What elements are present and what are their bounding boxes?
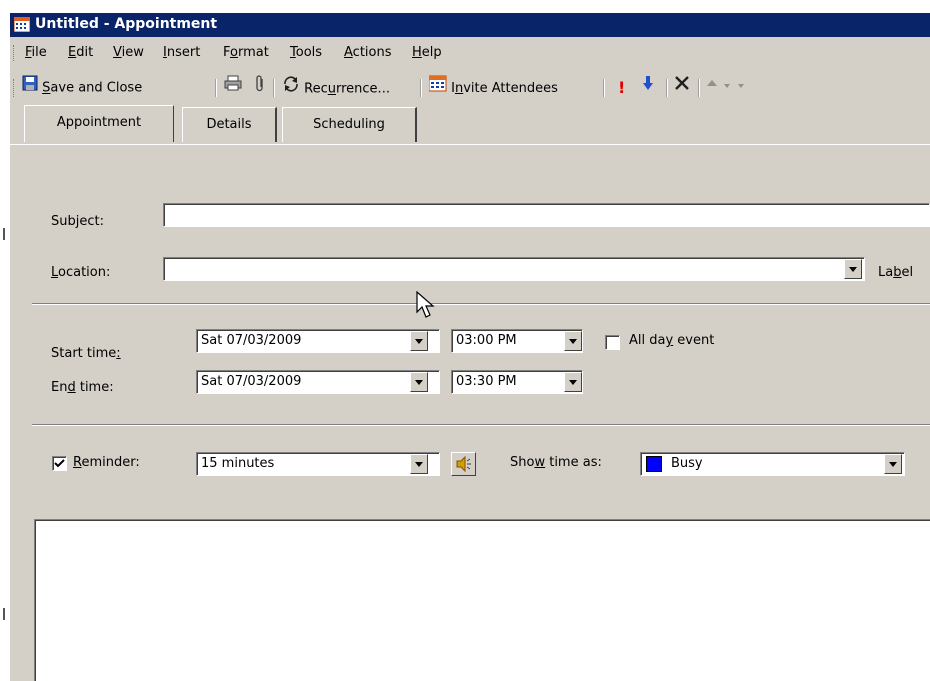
menu-help[interactable]: Help (412, 45, 442, 60)
recurrence-label: Recurrence... (304, 81, 390, 97)
start-time-dropdown-button[interactable] (564, 331, 582, 351)
menu-edit[interactable]: Edit (68, 45, 93, 60)
reminder-sound-button[interactable] (451, 452, 476, 476)
standard-toolbar: Save and Close Recurrence... Invite Atte… (10, 69, 930, 105)
tab-appointment-label: Appointment (56, 115, 142, 130)
toolbar-separator (666, 79, 668, 97)
all-day-event-label: All day event (629, 333, 715, 348)
location-dropdown-button[interactable] (844, 259, 862, 279)
separator-line (32, 303, 930, 305)
start-date-dropdown-button[interactable] (410, 331, 428, 351)
high-importance-button[interactable]: ! (618, 78, 625, 98)
show-time-as-label: Show time as: (510, 455, 602, 470)
reminder-label: Reminder: (73, 455, 140, 470)
menu-bar: File Edit View Insert Format Tools Actio… (10, 37, 930, 69)
recurrence-button[interactable]: Recurrence... (282, 75, 390, 100)
end-time-label: End time: (51, 380, 114, 395)
location-input[interactable] (163, 257, 865, 281)
save-and-close-button[interactable]: Save and Close (22, 75, 143, 98)
end-date-dropdown-button[interactable] (410, 372, 428, 392)
tab-scheduling-label: Scheduling (313, 117, 385, 132)
reminder-checkbox[interactable] (52, 456, 67, 471)
show-time-as-select[interactable]: Busy (640, 452, 905, 476)
checkmark-icon (54, 459, 65, 468)
print-button[interactable] (224, 75, 242, 98)
all-day-event-checkbox[interactable] (605, 335, 620, 350)
tab-details-label: Details (206, 117, 252, 132)
recurrence-arrows-icon (282, 75, 300, 100)
down-arrow-icon (738, 76, 745, 96)
toolbar-separator (420, 79, 422, 97)
notes-body[interactable] (34, 519, 930, 681)
reminder-select[interactable]: 15 minutes (196, 452, 440, 476)
title-bar[interactable]: Untitled - Appointment (10, 13, 930, 37)
menu-grip[interactable] (13, 45, 17, 61)
menu-file[interactable]: File (25, 45, 47, 60)
menu-format[interactable]: Format (223, 45, 269, 60)
separator-line (32, 424, 930, 426)
menu-insert[interactable]: Insert (163, 45, 200, 60)
down-arrow-icon (642, 75, 654, 98)
busy-color-swatch (646, 456, 662, 472)
delete-x-icon (674, 75, 690, 98)
toolbar-separator (603, 79, 605, 97)
end-time-dropdown-button[interactable] (564, 372, 582, 392)
delete-button[interactable] (674, 75, 690, 98)
edge-mark (3, 228, 5, 240)
save-and-close-label: Save and Close (42, 80, 143, 96)
chevron-down-icon (724, 76, 731, 96)
calendar-invite-icon (428, 75, 447, 99)
toolbar-grip[interactable] (13, 79, 17, 97)
start-date-input[interactable]: Sat 07/03/2009 (196, 329, 440, 353)
toolbar-separator (698, 79, 700, 97)
tab-divider (10, 144, 930, 145)
menu-view[interactable]: View (113, 45, 144, 60)
invite-attendees-label: Invite Attendees (451, 81, 558, 96)
calendar-icon (13, 16, 31, 33)
tab-details[interactable]: Details (182, 107, 277, 142)
reminder-dropdown-button[interactable] (410, 454, 428, 474)
attach-button[interactable] (254, 75, 266, 100)
edge-mark (3, 608, 5, 620)
low-importance-button[interactable] (642, 75, 654, 98)
floppy-disk-icon (22, 75, 38, 98)
menu-tools[interactable]: Tools (290, 45, 322, 60)
speaker-icon (455, 455, 473, 476)
tab-strip: Appointment Details Scheduling (10, 105, 930, 145)
toolbar-separator (273, 79, 275, 97)
tab-scheduling[interactable]: Scheduling (282, 107, 417, 142)
location-label: Location: (51, 265, 111, 280)
appointment-window: Untitled - Appointment File Edit View In… (10, 13, 930, 681)
up-arrow-icon (706, 76, 718, 96)
menu-actions[interactable]: Actions (344, 45, 392, 60)
window-title: Untitled - Appointment (35, 16, 218, 32)
start-time-label: Start time: (51, 346, 121, 361)
end-date-input[interactable]: Sat 07/03/2009 (196, 370, 440, 394)
previous-item-button[interactable] (706, 76, 745, 98)
show-time-as-dropdown-button[interactable] (884, 454, 902, 474)
invite-attendees-button[interactable]: Invite Attendees (428, 75, 558, 99)
paperclip-icon (254, 75, 266, 100)
mouse-cursor-icon (416, 290, 438, 323)
label-dropdown-label: Label (878, 265, 914, 280)
exclamation-icon: ! (618, 78, 626, 97)
toolbar-separator (215, 79, 217, 97)
subject-label: Subject: (51, 214, 104, 229)
tab-appointment[interactable]: Appointment (24, 105, 174, 142)
printer-icon (224, 75, 242, 98)
subject-input[interactable] (163, 203, 930, 227)
